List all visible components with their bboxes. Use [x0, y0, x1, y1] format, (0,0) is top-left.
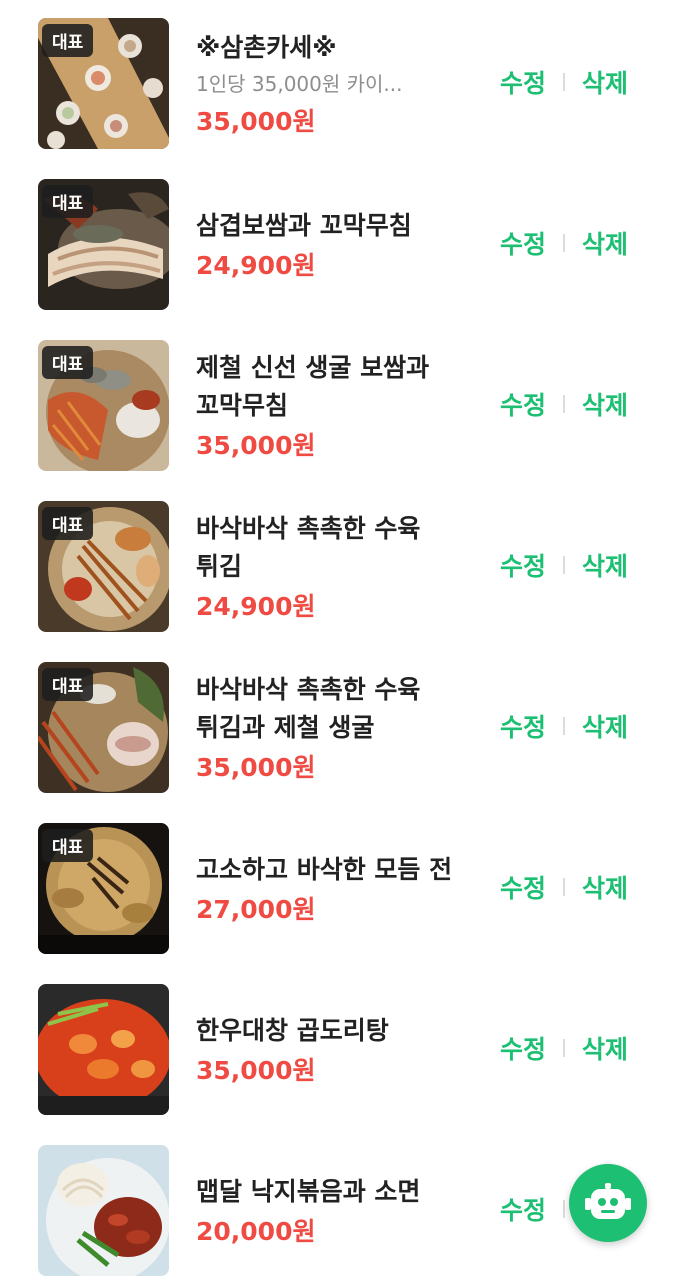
menu-item-info: 바삭바삭 촉촉한 수육 튀김과 제철 생굴 35,000원	[196, 668, 456, 792]
menu-item-name: 제철 신선 생굴 보쌈과 꼬막무침	[196, 353, 430, 420]
menu-item-actions: 수정 삭제	[500, 547, 628, 583]
representative-badge: 대표	[42, 829, 94, 862]
menu-item-name: 삼겹보쌈과 꼬막무침	[196, 211, 412, 240]
action-divider	[563, 1039, 566, 1057]
chatbot-button[interactable]	[569, 1164, 647, 1242]
delete-button[interactable]: 삭제	[582, 547, 628, 583]
menu-item-price: 27,000원	[196, 895, 316, 924]
edit-button[interactable]: 수정	[500, 708, 546, 744]
menu-item-image[interactable]	[38, 984, 169, 1115]
menu-item-actions: 수정 삭제	[500, 386, 628, 422]
delete-button[interactable]: 삭제	[582, 225, 628, 261]
delete-button[interactable]: 삭제	[582, 386, 628, 422]
menu-item-image[interactable]: 대표	[38, 662, 169, 793]
menu-item-actions: 수정 삭제	[500, 1030, 628, 1066]
delete-button[interactable]: 삭제	[582, 64, 628, 100]
edit-button[interactable]: 수정	[500, 1191, 546, 1227]
menu-item-name: 바삭바삭 촉촉한 수육 튀김	[196, 514, 421, 581]
delete-button[interactable]: 삭제	[582, 869, 628, 905]
menu-item-name: ※삼촌카세※	[196, 33, 337, 62]
menu-item-description: 1인당 35,000원 카이...	[196, 72, 403, 96]
menu-item-info: 한우대창 곱도리탕 35,000원	[196, 990, 456, 1114]
menu-item-image[interactable]: 대표	[38, 340, 169, 471]
representative-badge: 대표	[42, 346, 94, 379]
menu-item-price: 20,000원	[196, 1217, 316, 1246]
robot-icon	[585, 1183, 631, 1219]
menu-item: 대표 바삭바삭 촉촉한 수육 튀김과 제철 생굴 35,000원 수정 삭제	[0, 644, 676, 805]
action-divider	[563, 717, 566, 735]
menu-item-price: 24,900원	[196, 251, 316, 280]
menu-item-name: 맵달 낙지볶음과 소면	[196, 1177, 421, 1206]
menu-item-name: 한우대창 곱도리탕	[196, 1016, 389, 1045]
delete-button[interactable]: 삭제	[582, 708, 628, 744]
delete-button[interactable]: 삭제	[582, 1030, 628, 1066]
menu-item: 한우대창 곱도리탕 35,000원 수정 삭제	[0, 966, 676, 1127]
menu-item-image[interactable]: 대표	[38, 18, 169, 149]
menu-item-actions: 수정 삭제	[500, 869, 628, 905]
menu-item-actions: 수정 삭제	[500, 225, 628, 261]
menu-item-price: 35,000원	[196, 107, 316, 136]
menu-item: 대표 ※삼촌카세※ 1인당 35,000원 카이... 35,000원 수정 삭…	[0, 0, 676, 161]
menu-item-info: 바삭바삭 촉촉한 수육 튀김 24,900원	[196, 507, 456, 631]
menu-item: 대표 제철 신선 생굴 보쌈과 꼬막무침 35,000원 수정 삭제	[0, 322, 676, 483]
edit-button[interactable]: 수정	[500, 547, 546, 583]
edit-button[interactable]: 수정	[500, 1030, 546, 1066]
menu-list: 대표 ※삼촌카세※ 1인당 35,000원 카이... 35,000원 수정 삭…	[0, 0, 676, 1288]
edit-button[interactable]: 수정	[500, 386, 546, 422]
action-divider	[563, 556, 566, 574]
menu-item-info: 제철 신선 생굴 보쌈과 꼬막무침 35,000원	[196, 346, 456, 470]
menu-item-image[interactable]: 대표	[38, 179, 169, 310]
edit-button[interactable]: 수정	[500, 225, 546, 261]
action-divider	[563, 878, 566, 896]
menu-item: 대표 바삭바삭 촉촉한 수육 튀김 24,900원 수정 삭제	[0, 483, 676, 644]
menu-item-image[interactable]	[38, 1145, 169, 1276]
representative-badge: 대표	[42, 24, 94, 57]
menu-item-actions: 수정 삭제	[500, 64, 628, 100]
menu-item-name: 바삭바삭 촉촉한 수육 튀김과 제철 생굴	[196, 675, 421, 742]
gopdori-tang-image	[38, 984, 169, 1115]
menu-item-actions: 수정 삭제	[500, 708, 628, 744]
menu-item: 대표 고소하고 바삭한 모듬 전 27,000원 수정 삭제	[0, 805, 676, 966]
edit-button[interactable]: 수정	[500, 64, 546, 100]
representative-badge: 대표	[42, 507, 94, 540]
nakji-image	[38, 1145, 169, 1276]
menu-item-price: 24,900원	[196, 592, 316, 621]
representative-badge: 대표	[42, 668, 94, 701]
action-divider	[563, 1200, 566, 1218]
menu-item-price: 35,000원	[196, 1056, 316, 1085]
menu-item-price: 35,000원	[196, 431, 316, 460]
action-divider	[563, 234, 566, 252]
representative-badge: 대표	[42, 185, 94, 218]
menu-item-name: 고소하고 바삭한 모듬 전	[196, 855, 453, 884]
menu-item: 대표 삼겹보쌈과 꼬막무침 24,900원 수정 삭제	[0, 161, 676, 322]
menu-item-info: 맵달 낙지볶음과 소면 20,000원	[196, 1151, 456, 1275]
menu-item-info: 삼겹보쌈과 꼬막무침 24,900원	[196, 185, 456, 309]
action-divider	[563, 73, 566, 91]
menu-item-info: ※삼촌카세※ 1인당 35,000원 카이... 35,000원	[196, 24, 456, 148]
menu-item-image[interactable]: 대표	[38, 501, 169, 632]
edit-button[interactable]: 수정	[500, 869, 546, 905]
action-divider	[563, 395, 566, 413]
menu-item-image[interactable]: 대표	[38, 823, 169, 954]
menu-item-info: 고소하고 바삭한 모듬 전 27,000원	[196, 829, 456, 953]
menu-item-price: 35,000원	[196, 753, 316, 782]
